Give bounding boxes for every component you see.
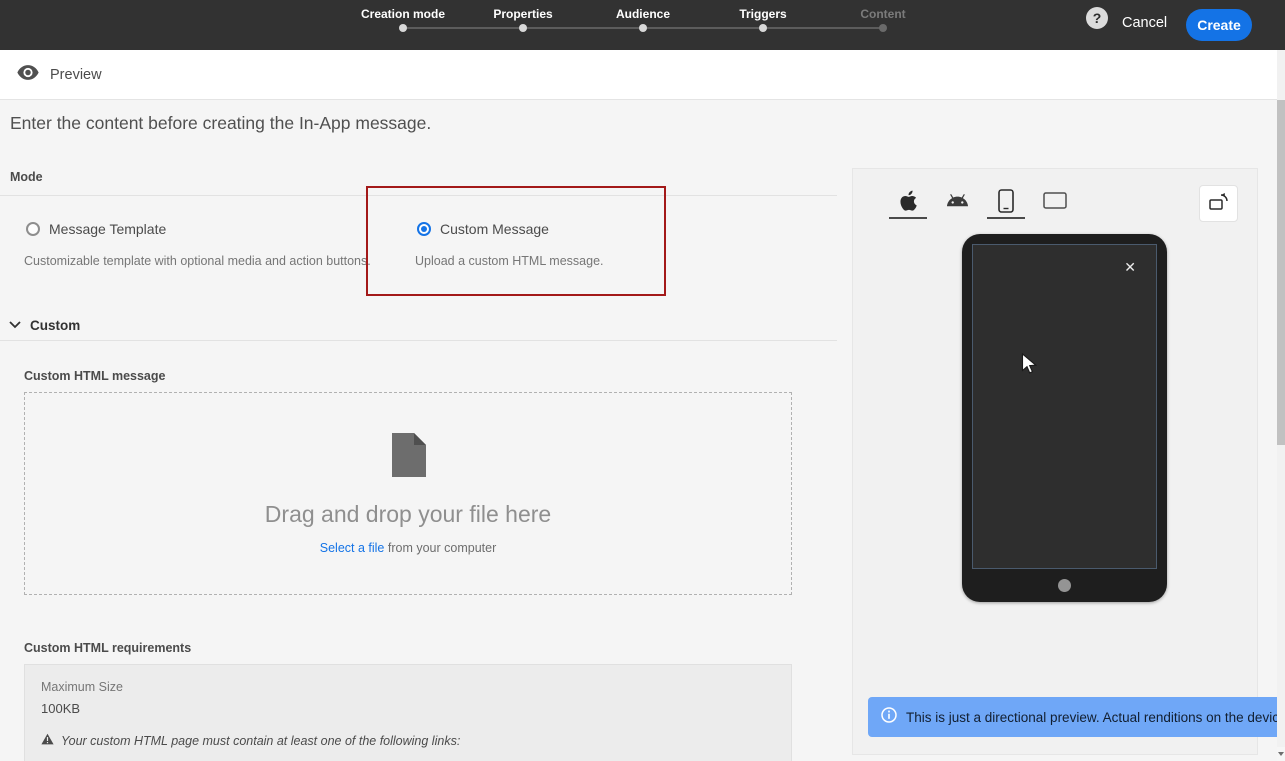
- scrollbar-thumb[interactable]: [1277, 100, 1285, 445]
- home-indicator: [1058, 579, 1071, 592]
- create-button[interactable]: Create: [1186, 9, 1252, 41]
- select-file-link[interactable]: Select a file: [320, 541, 385, 555]
- step-triggers[interactable]: Triggers: [703, 0, 823, 50]
- file-dropzone[interactable]: Drag and drop your file here Select a fi…: [24, 392, 792, 595]
- phone-mockup: ✕: [962, 234, 1167, 602]
- requirements-warning: Your custom HTML page must contain at le…: [41, 733, 775, 748]
- device-tab-android[interactable]: [938, 189, 976, 219]
- scrollbar-down-arrow[interactable]: [1277, 747, 1285, 761]
- max-size-value: 100KB: [41, 701, 81, 716]
- device-tabs: [889, 188, 1074, 219]
- mode-section-heading: Mode: [10, 170, 43, 184]
- device-tab-phone-portrait[interactable]: [987, 188, 1025, 219]
- phone-screen: ✕: [972, 244, 1157, 569]
- vertical-scrollbar[interactable]: [1277, 50, 1285, 761]
- cursor-icon: [1021, 352, 1038, 381]
- option-label: Custom Message: [440, 221, 549, 237]
- preview-toggle[interactable]: Preview: [0, 50, 1285, 100]
- option-custom-message[interactable]: Custom Message: [417, 221, 549, 237]
- step-dot: [759, 24, 767, 32]
- device-tab-tablet-landscape[interactable]: [1036, 189, 1074, 219]
- step-dot: [519, 24, 527, 32]
- rotate-device-icon: [1208, 191, 1230, 216]
- radio-custom-message[interactable]: [417, 222, 431, 236]
- step-dot: [399, 24, 407, 32]
- step-properties[interactable]: Properties: [463, 0, 583, 50]
- in-app-message-editor: Creation mode Properties Audience Trigge…: [0, 0, 1285, 761]
- dropzone-hint: Select a file from your computer: [25, 541, 791, 555]
- tablet-landscape-icon: [1043, 192, 1067, 214]
- dropzone-title: Drag and drop your file here: [264, 501, 552, 527]
- banner-text: This is just a directional preview. Actu…: [906, 709, 1279, 725]
- step-label: Triggers: [739, 7, 787, 21]
- step-label: Content: [860, 7, 906, 21]
- radio-message-template[interactable]: [26, 222, 40, 236]
- info-banner: This is just a directional preview. Actu…: [868, 697, 1285, 737]
- chevron-down-icon: [9, 316, 21, 334]
- close-icon: ✕: [1124, 259, 1136, 275]
- page-title: Enter the content before creating the In…: [10, 113, 432, 133]
- requirements-heading: Custom HTML requirements: [24, 641, 192, 655]
- help-icon[interactable]: ?: [1086, 7, 1108, 29]
- step-content[interactable]: Content: [823, 0, 943, 50]
- top-bar: Creation mode Properties Audience Trigge…: [0, 0, 1285, 50]
- step-dot: [639, 24, 647, 32]
- apple-icon: [899, 190, 917, 217]
- file-icon: [390, 433, 426, 482]
- max-size-label: Maximum Size: [41, 680, 123, 694]
- step-label: Creation mode: [360, 7, 445, 21]
- android-icon: [946, 189, 969, 217]
- custom-html-message-label: Custom HTML message: [24, 369, 166, 383]
- wizard-steps: Creation mode Properties Audience Trigge…: [343, 0, 943, 50]
- option-description: Customizable template with optional medi…: [24, 254, 371, 268]
- custom-section-heading: Custom: [30, 317, 81, 333]
- divider: [0, 195, 837, 196]
- dropzone-hint-suffix: from your computer: [387, 541, 497, 555]
- step-creation-mode[interactable]: Creation mode: [343, 0, 463, 50]
- requirements-box: Maximum Size 100KB Your custom HTML page…: [24, 664, 792, 761]
- selection-highlight-box: [366, 186, 666, 296]
- device-preview-panel: ✕: [852, 168, 1258, 755]
- warning-text: Your custom HTML page must contain at le…: [61, 733, 461, 748]
- eye-icon: [17, 64, 39, 85]
- custom-section-toggle[interactable]: Custom: [9, 316, 80, 334]
- step-audience[interactable]: Audience: [583, 0, 703, 50]
- cancel-button[interactable]: Cancel: [1122, 15, 1167, 31]
- option-message-template[interactable]: Message Template: [26, 221, 166, 237]
- preview-label: Preview: [50, 66, 102, 83]
- device-tab-ios[interactable]: [889, 189, 927, 219]
- step-label: Audience: [615, 7, 670, 21]
- warning-icon: [41, 733, 54, 748]
- option-description: Upload a custom HTML message.: [415, 254, 604, 268]
- rotate-device-button[interactable]: [1199, 185, 1238, 222]
- info-icon: [881, 706, 897, 728]
- step-label: Properties: [493, 7, 553, 21]
- step-dot: [879, 24, 887, 32]
- divider: [0, 340, 837, 341]
- option-label: Message Template: [49, 221, 167, 237]
- phone-portrait-icon: [998, 188, 1014, 218]
